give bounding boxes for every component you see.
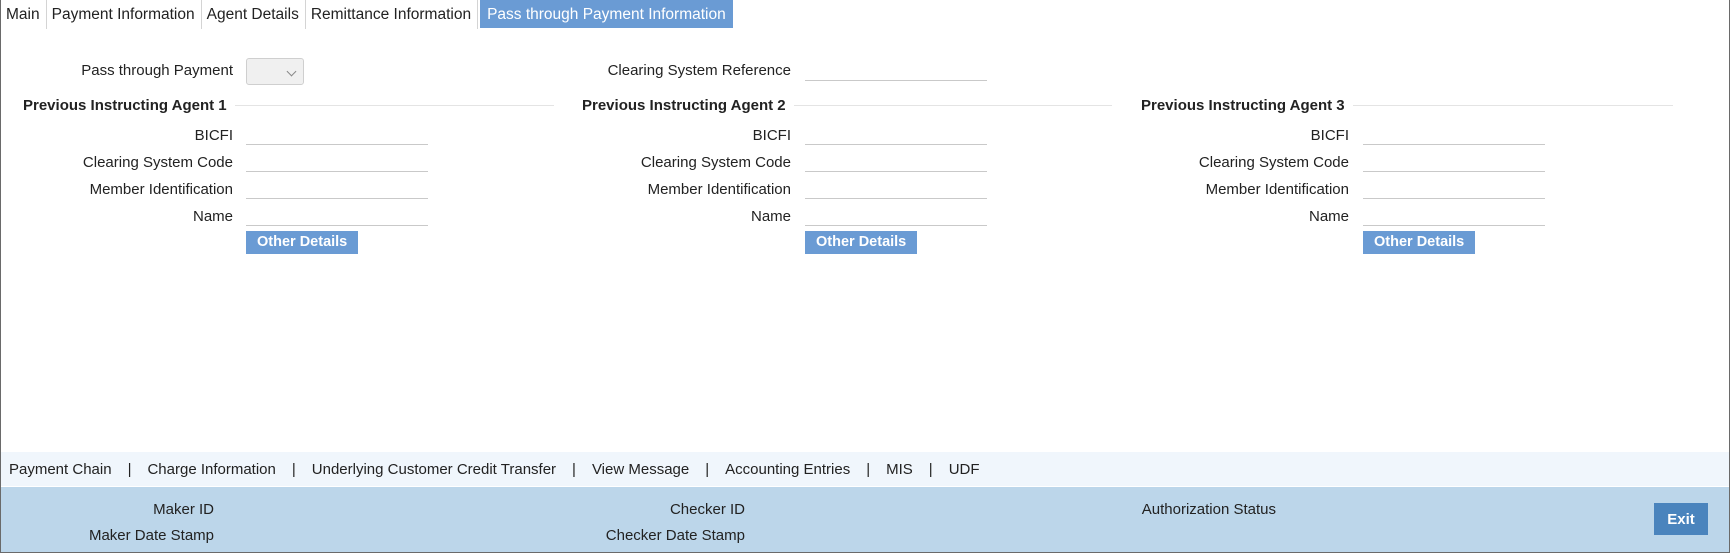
- tab-agent-details[interactable]: Agent Details: [202, 0, 306, 29]
- agent-3-title: Previous Instructing Agent 3: [1141, 97, 1353, 114]
- agent-1-bicfi-input[interactable]: [246, 125, 428, 145]
- checker-date-stamp-label: Checker Date Stamp: [605, 527, 745, 544]
- agent-3-clearing-system-code-label: Clearing System Code: [1198, 154, 1349, 171]
- agent-3-bicfi-label: BICFI: [1310, 127, 1349, 144]
- agent-2-bicfi-input[interactable]: [805, 125, 987, 145]
- agent-3-member-identification-input[interactable]: [1363, 179, 1545, 199]
- pass-through-payment-label: Pass through Payment: [81, 62, 233, 79]
- accounting-entries-link[interactable]: Accounting Entries: [725, 461, 850, 478]
- link-separator: |: [127, 460, 132, 478]
- agent-1-title: Previous Instructing Agent 1: [23, 97, 235, 114]
- tab-pass-through-payment-information[interactable]: Pass through Payment Information: [480, 0, 733, 28]
- maker-date-stamp-label: Maker Date Stamp: [88, 527, 214, 544]
- agent-1-bicfi-label: BICFI: [194, 127, 233, 144]
- agent-1-member-identification-input[interactable]: [246, 179, 428, 199]
- agent-3-member-identification-label: Member Identification: [1205, 181, 1349, 198]
- chevron-down-icon: [286, 66, 297, 77]
- tab-remittance-information[interactable]: Remittance Information: [306, 0, 479, 29]
- tab-bar: Main Payment Information Agent Details R…: [1, 0, 733, 29]
- agent-2-title: Previous Instructing Agent 2: [582, 97, 794, 114]
- clearing-system-reference-input[interactable]: [805, 61, 987, 81]
- footer-link-bar: Payment Chain | Charge Information | Und…: [1, 452, 1729, 486]
- mis-link[interactable]: MIS: [886, 461, 913, 478]
- agent-2-clearing-system-code-label: Clearing System Code: [640, 154, 791, 171]
- exit-button[interactable]: Exit: [1654, 503, 1708, 535]
- agent-2-clearing-system-code-input[interactable]: [805, 152, 987, 172]
- agent-3-name-input[interactable]: [1363, 206, 1545, 226]
- agent-3-clearing-system-code-input[interactable]: [1363, 152, 1545, 172]
- agent-3-name-label: Name: [1308, 208, 1349, 225]
- agent-2-member-identification-input[interactable]: [805, 179, 987, 199]
- agent-1-name-label: Name: [192, 208, 233, 225]
- agent-2-bicfi-label: BICFI: [752, 127, 791, 144]
- clearing-system-reference-label: Clearing System Reference: [607, 62, 791, 79]
- agent-2-member-identification-label: Member Identification: [647, 181, 791, 198]
- link-separator: |: [866, 460, 871, 478]
- agent-1-clearing-system-code-input[interactable]: [246, 152, 428, 172]
- maker-id-label: Maker ID: [153, 501, 214, 518]
- agent-2-other-details-button[interactable]: Other Details: [805, 231, 918, 254]
- agent-2-name-label: Name: [750, 208, 791, 225]
- agent-3-bicfi-input[interactable]: [1363, 125, 1545, 145]
- pass-through-payment-select[interactable]: [246, 58, 304, 85]
- tab-main[interactable]: Main: [1, 0, 47, 29]
- view-message-link[interactable]: View Message: [592, 461, 689, 478]
- checker-id-label: Checker ID: [669, 501, 745, 518]
- udf-link[interactable]: UDF: [949, 461, 980, 478]
- agent-1-name-input[interactable]: [246, 206, 428, 226]
- authorization-status-label: Authorization Status: [1141, 501, 1276, 518]
- link-separator: |: [705, 460, 710, 478]
- link-separator: |: [291, 460, 296, 478]
- charge-information-link[interactable]: Charge Information: [147, 461, 275, 478]
- agent-3-other-details-button[interactable]: Other Details: [1363, 231, 1476, 254]
- agent-1-other-details-button[interactable]: Other Details: [246, 231, 359, 254]
- payment-chain-link[interactable]: Payment Chain: [9, 461, 112, 478]
- tab-payment-information[interactable]: Payment Information: [47, 0, 202, 29]
- agent-1-clearing-system-code-label: Clearing System Code: [82, 154, 233, 171]
- underlying-customer-credit-transfer-link[interactable]: Underlying Customer Credit Transfer: [312, 461, 556, 478]
- agent-2-name-input[interactable]: [805, 206, 987, 226]
- link-separator: |: [928, 460, 933, 478]
- link-separator: |: [572, 460, 576, 478]
- agent-1-member-identification-label: Member Identification: [89, 181, 233, 198]
- audit-bar: [1, 487, 1729, 552]
